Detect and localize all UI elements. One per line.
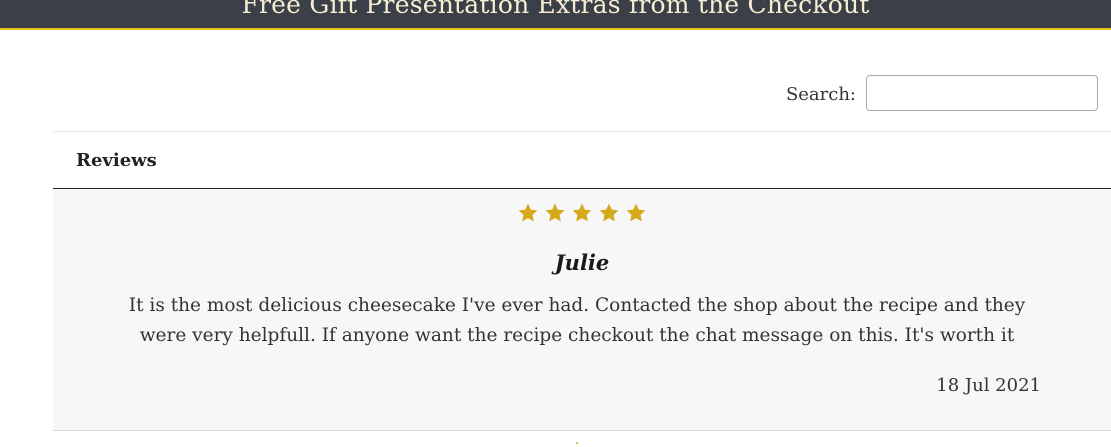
reviews-table: Reviews Julie It is the most delicious c… <box>53 131 1111 431</box>
search-label: Search: <box>785 84 856 105</box>
star-rating <box>53 202 1111 228</box>
star-icon <box>518 203 538 222</box>
column-header-reviews[interactable]: Reviews <box>76 150 157 171</box>
reviewer-name: Julie <box>554 250 610 275</box>
table-header-row: Reviews <box>53 132 1111 189</box>
review-text: It is the most delicious cheesecake I've… <box>128 295 1026 346</box>
review-date: 18 Jul 2021 <box>936 375 1041 396</box>
table-row: Julie It is the most delicious cheesecak… <box>53 189 1111 431</box>
star-icon <box>545 203 565 222</box>
star-icon <box>572 203 592 222</box>
next-row-star-hint <box>576 442 578 444</box>
star-icon <box>599 203 619 222</box>
top-banner: Free Gift Presentation Extras from the C… <box>0 0 1111 30</box>
banner-title: Free Gift Presentation Extras from the C… <box>241 0 870 19</box>
star-icon <box>626 203 646 222</box>
search-input[interactable] <box>866 75 1098 111</box>
